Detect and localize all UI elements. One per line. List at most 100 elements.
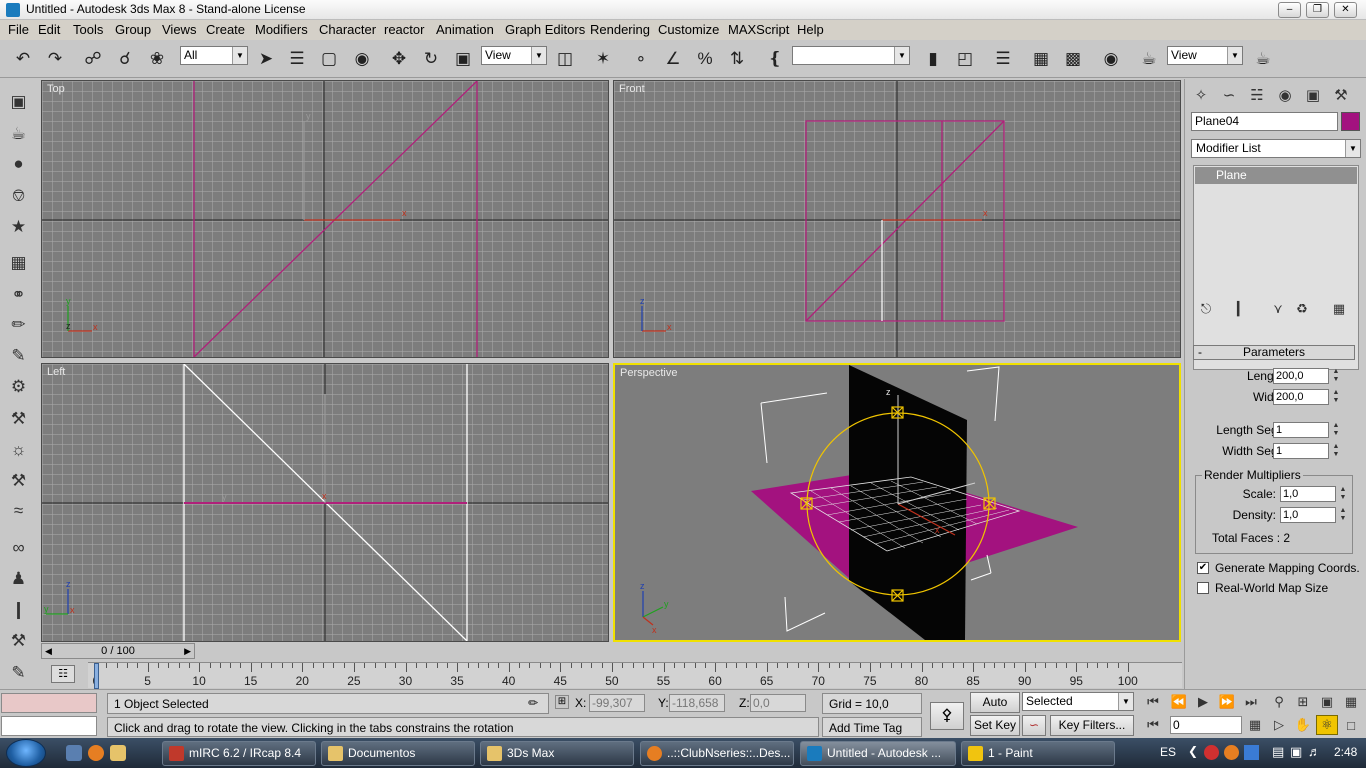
- viewport-front[interactable]: Front x x z: [613, 80, 1181, 358]
- window-crossing-icon[interactable]: ◉: [349, 46, 375, 72]
- star-icon[interactable]: ★: [5, 213, 32, 240]
- object-name-field[interactable]: Plane04: [1191, 112, 1338, 131]
- quick-render-icon[interactable]: ☕: [1250, 46, 1276, 72]
- lamp-icon[interactable]: ⎊: [5, 182, 32, 209]
- current-frame-marker[interactable]: [94, 663, 99, 689]
- modifier-list-dropdown[interactable]: Modifier List ▼: [1191, 139, 1361, 158]
- clock[interactable]: 2:48: [1334, 745, 1357, 759]
- spinner-arrows-icon[interactable]: ▲ ▼: [1337, 486, 1349, 502]
- menu-modifiers[interactable]: Modifiers: [255, 22, 308, 37]
- hierarchy-tab-icon[interactable]: ☵: [1244, 83, 1270, 107]
- maxscript-listener-white[interactable]: [1, 716, 97, 736]
- bone-icon[interactable]: ❙: [5, 596, 32, 623]
- create-objects-icon[interactable]: ▣: [5, 88, 32, 115]
- go-to-start-icon[interactable]: ⏮: [1142, 692, 1164, 712]
- menu-rendering[interactable]: Rendering: [590, 22, 650, 37]
- select-by-name-icon[interactable]: ☰: [284, 46, 310, 72]
- show-end-result-icon[interactable]: ▎: [1231, 299, 1253, 319]
- pan-icon[interactable]: ✋: [1292, 715, 1314, 735]
- select-object-icon[interactable]: ➤: [253, 46, 279, 72]
- track-bar-ruler[interactable]: 0510152025303540455055606570758085909510…: [88, 662, 1182, 689]
- pivot-center-icon[interactable]: ◫: [552, 46, 578, 72]
- display-tab-icon[interactable]: ▣: [1300, 83, 1326, 107]
- curve-editor-icon[interactable]: ▦: [1028, 46, 1054, 72]
- next-frame-icon[interactable]: ▶: [184, 644, 191, 658]
- align-icon[interactable]: ◰: [952, 46, 978, 72]
- viewport-label-perspective[interactable]: Perspective: [620, 367, 677, 379]
- real-world-map-checkbox[interactable]: [1197, 582, 1209, 594]
- wave-icon[interactable]: ≈: [5, 497, 32, 524]
- previous-frame-icon[interactable]: ⏪: [1168, 692, 1190, 712]
- time-slider-track[interactable]: [41, 643, 1182, 660]
- viewport-top[interactable]: Top x y x y z: [41, 80, 609, 358]
- scale-icon[interactable]: ▣: [450, 46, 476, 72]
- length-segs-spinner[interactable]: 1 ▲ ▼: [1273, 422, 1339, 438]
- next-frame-icon[interactable]: ⏩: [1216, 692, 1238, 712]
- spinner-arrows-icon[interactable]: ▲ ▼: [1330, 389, 1342, 405]
- zoom-extents-icon[interactable]: ▣: [1316, 692, 1338, 712]
- parameters-rollout-header[interactable]: - Parameters: [1193, 345, 1355, 360]
- wrench-icon[interactable]: ⚒: [5, 627, 32, 654]
- zoom-icon[interactable]: ⚲: [1268, 692, 1290, 712]
- create-tab-icon[interactable]: ✧: [1188, 83, 1214, 107]
- undo-icon[interactable]: ↶: [10, 46, 36, 72]
- task-mirc[interactable]: mIRC 6.2 / IRcap 8.4: [162, 741, 316, 766]
- select-link-icon[interactable]: ☍: [80, 46, 106, 72]
- angle-snap-icon[interactable]: ∠: [660, 46, 686, 72]
- go-to-end-icon[interactable]: ⏭: [1240, 692, 1262, 712]
- task-3ds-max-folder[interactable]: 3Ds Max: [480, 741, 634, 766]
- set-key-button[interactable]: Set Key: [970, 715, 1020, 736]
- track-bar[interactable]: ☷ 05101520253035404550556065707580859095…: [41, 662, 1182, 689]
- time-slider[interactable]: ◀ 0 / 100 ▶: [41, 643, 195, 659]
- ruler-icon[interactable]: ✏: [5, 311, 32, 338]
- menu-character[interactable]: Character: [319, 22, 376, 37]
- task-3ds-max[interactable]: Untitled - Autodesk ...: [800, 741, 956, 766]
- select-manipulate-icon[interactable]: ✶: [590, 46, 616, 72]
- play-icon[interactable]: ▶: [1192, 692, 1214, 712]
- menu-tools[interactable]: Tools: [73, 22, 103, 37]
- layer-manager-icon[interactable]: ☰: [990, 46, 1016, 72]
- redo-icon[interactable]: ↷: [42, 46, 68, 72]
- hammer-icon[interactable]: ⚒: [5, 405, 32, 432]
- menu-help[interactable]: Help: [797, 22, 824, 37]
- scale-spinner[interactable]: 1,0 ▲ ▼: [1280, 486, 1346, 502]
- spinner-snap-icon[interactable]: ⇅: [724, 46, 750, 72]
- menu-edit[interactable]: Edit: [38, 22, 60, 37]
- curve-editor-toggle-icon[interactable]: ☷: [51, 665, 75, 683]
- menu-graph-editors[interactable]: Graph Editors: [505, 22, 585, 37]
- viewport-label-front[interactable]: Front: [619, 83, 645, 95]
- auto-key-button[interactable]: Auto Key: [970, 692, 1020, 728]
- link-icon[interactable]: ∞: [5, 534, 32, 561]
- task-paint[interactable]: 1 - Paint: [961, 741, 1115, 766]
- teapot-icon[interactable]: ☕: [5, 120, 32, 147]
- sphere-icon[interactable]: ●: [5, 150, 32, 177]
- unlink-icon[interactable]: ☌: [112, 46, 138, 72]
- x-coordinate-field[interactable]: -99,307: [589, 694, 645, 712]
- spinner-arrows-icon[interactable]: ▲ ▼: [1330, 443, 1342, 459]
- key-filters-button[interactable]: Key Filters...: [1050, 715, 1134, 736]
- spinner-arrows-icon[interactable]: ▲ ▼: [1330, 422, 1342, 438]
- brush-icon[interactable]: ✎: [5, 342, 32, 369]
- light-icon[interactable]: ☼: [5, 436, 32, 463]
- restore-button[interactable]: ❐: [1306, 2, 1329, 18]
- z-coordinate-field[interactable]: 0,0: [750, 694, 806, 712]
- menu-animation[interactable]: Animation: [436, 22, 494, 37]
- viewport-label-top[interactable]: Top: [47, 83, 65, 95]
- render-scene-icon[interactable]: ☕: [1136, 46, 1162, 72]
- object-color-swatch[interactable]: [1341, 112, 1360, 131]
- tray-app-icon[interactable]: [1204, 745, 1219, 760]
- rotate-icon[interactable]: ↻: [418, 46, 444, 72]
- network-icon[interactable]: ▤: [1272, 744, 1284, 760]
- tools-icon[interactable]: ⚒: [5, 467, 32, 494]
- tray-app-icon-3[interactable]: [1244, 745, 1259, 760]
- generate-mapping-checkbox[interactable]: ✔: [1197, 562, 1209, 574]
- selection-filter-dropdown[interactable]: All ▼: [180, 46, 248, 65]
- language-indicator[interactable]: ES: [1160, 745, 1176, 759]
- absolute-mode-icon[interactable]: ⊞: [555, 695, 569, 709]
- key-tangent-icon[interactable]: ∽: [1022, 715, 1046, 736]
- snap-toggle-icon[interactable]: ∘: [628, 46, 654, 72]
- reference-coordinate-dropdown[interactable]: View ▼: [481, 46, 547, 65]
- modify-tab-icon[interactable]: ∽: [1216, 83, 1242, 107]
- y-coordinate-field[interactable]: -118,658: [669, 694, 725, 712]
- add-time-tag-button[interactable]: Add Time Tag: [822, 717, 922, 737]
